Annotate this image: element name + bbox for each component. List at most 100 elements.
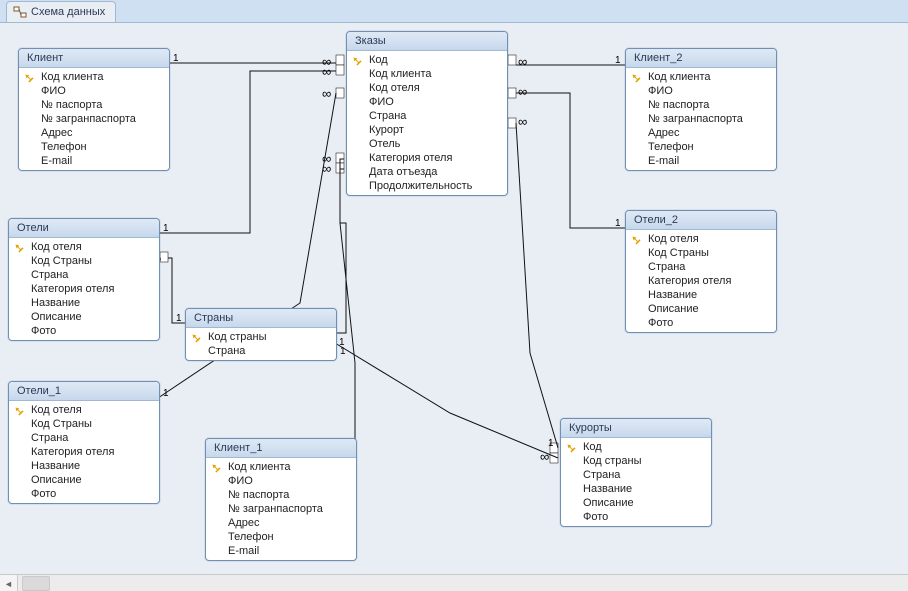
field-pk[interactable]: Код клиента (19, 70, 169, 84)
field[interactable]: № паспорта (206, 488, 356, 502)
rel-one-label: 1 (176, 313, 182, 324)
rel-many-label: ∞ (518, 54, 527, 69)
table-countries[interactable]: СтраныКод страныСтрана (185, 308, 337, 361)
field-list: КодКод клиентаКод отеляФИОСтранаКурортОт… (347, 51, 507, 195)
relationships-icon (13, 5, 27, 19)
field[interactable]: Код Страны (626, 246, 776, 260)
rel-one-label: 1 (340, 346, 346, 357)
horizontal-scrollbar[interactable]: ◄ (0, 574, 908, 591)
field[interactable]: Продолжительность (347, 179, 507, 193)
field[interactable]: E-mail (626, 154, 776, 168)
field[interactable]: ФИО (347, 95, 507, 109)
rel-many-label: ∞ (540, 449, 549, 464)
field[interactable]: Название (9, 459, 159, 473)
field-pk[interactable]: Код (347, 53, 507, 67)
field[interactable]: Адрес (626, 126, 776, 140)
field[interactable]: Страна (626, 260, 776, 274)
field[interactable]: Код страны (561, 454, 711, 468)
field[interactable]: Фото (561, 510, 711, 524)
field[interactable]: Название (9, 296, 159, 310)
field[interactable]: № паспорта (19, 98, 169, 112)
field[interactable]: E-mail (19, 154, 169, 168)
field[interactable]: Категория отеля (347, 151, 507, 165)
field[interactable]: Категория отеля (9, 445, 159, 459)
field[interactable]: Страна (9, 268, 159, 282)
field[interactable]: Страна (561, 468, 711, 482)
field[interactable]: № загранпаспорта (19, 112, 169, 126)
field[interactable]: Фото (9, 324, 159, 338)
field[interactable]: Телефон (626, 140, 776, 154)
rel-one-label: 1 (163, 223, 169, 234)
field-pk[interactable]: Код страны (186, 330, 336, 344)
field-pk[interactable]: Код отеля (9, 240, 159, 254)
tab-bar: Схема данных (0, 0, 908, 23)
field-pk[interactable]: Код клиента (626, 70, 776, 84)
field[interactable]: Описание (626, 302, 776, 316)
field[interactable]: Код отеля (347, 81, 507, 95)
rel-many-label: ∞ (518, 84, 527, 99)
table-client[interactable]: Клиент Код клиентаФИО№ паспорта№ загранпа… (18, 48, 170, 171)
scroll-left-button[interactable]: ◄ (0, 575, 18, 591)
rel-one-label: 1 (615, 55, 621, 66)
field[interactable]: Описание (9, 310, 159, 324)
scroll-thumb[interactable] (22, 576, 50, 591)
field[interactable]: Код Страны (9, 417, 159, 431)
field[interactable]: Страна (9, 431, 159, 445)
table-orders[interactable]: ЗказыКодКод клиентаКод отеляФИОСтранаКур… (346, 31, 508, 196)
rel-many-label: ∞ (322, 161, 331, 176)
field[interactable]: Код клиента (347, 67, 507, 81)
tab-schema[interactable]: Схема данных (6, 1, 116, 22)
field[interactable]: № загранпаспорта (206, 502, 356, 516)
field[interactable]: Категория отеля (626, 274, 776, 288)
field-list: Код отеляКод СтраныСтранаКатегория отеля… (9, 401, 159, 503)
field[interactable]: Код Страны (9, 254, 159, 268)
field[interactable]: ФИО (206, 474, 356, 488)
field[interactable]: № загранпаспорта (626, 112, 776, 126)
field[interactable]: Курорт (347, 123, 507, 137)
table-header[interactable]: Зказы (347, 32, 507, 51)
table-resorts[interactable]: КурортыКодКод страныСтранаНазваниеОписан… (560, 418, 712, 527)
field[interactable]: Страна (186, 344, 336, 358)
table-client2[interactable]: Клиент_2 Код клиентаФИО№ паспорта№ загран… (625, 48, 777, 171)
field[interactable]: E-mail (206, 544, 356, 558)
field[interactable]: ФИО (19, 84, 169, 98)
table-hotels1[interactable]: Отели_1Код отеляКод СтраныСтранаКатегори… (8, 381, 160, 504)
field[interactable]: ФИО (626, 84, 776, 98)
field-list: Код клиентаФИО№ паспорта№ загранпаспорта… (206, 458, 356, 560)
field[interactable]: Фото (626, 316, 776, 330)
field-list: Код страныСтрана (186, 328, 336, 360)
table-client1[interactable]: Клиент_1Код клиентаФИО№ паспорта№ загран… (205, 438, 357, 561)
table-header[interactable]: Клиент (19, 49, 169, 68)
table-header[interactable]: Клиент_2 (626, 49, 776, 68)
field[interactable]: Дата отъезда (347, 165, 507, 179)
field[interactable]: Название (626, 288, 776, 302)
field[interactable]: Телефон (19, 140, 169, 154)
table-header[interactable]: Страны (186, 309, 336, 328)
field[interactable]: Описание (9, 473, 159, 487)
field[interactable]: Адрес (206, 516, 356, 530)
table-header[interactable]: Клиент_1 (206, 439, 356, 458)
table-header[interactable]: Отели_1 (9, 382, 159, 401)
table-header[interactable]: Отели_2 (626, 211, 776, 230)
field[interactable]: Адрес (19, 126, 169, 140)
field[interactable]: Название (561, 482, 711, 496)
table-hotels[interactable]: Отели Код отеляКод СтраныСтранаКатегория … (8, 218, 160, 341)
field[interactable]: Описание (561, 496, 711, 510)
field-list: КодКод страныСтранаНазваниеОписаниеФото (561, 438, 711, 526)
field[interactable]: Телефон (206, 530, 356, 544)
rel-one-label: 1 (339, 337, 345, 348)
field[interactable]: Категория отеля (9, 282, 159, 296)
field[interactable]: № паспорта (626, 98, 776, 112)
field[interactable]: Страна (347, 109, 507, 123)
field[interactable]: Отель (347, 137, 507, 151)
field[interactable]: Фото (9, 487, 159, 501)
diagram-canvas[interactable]: 1 ∞ 1 ∞ 1 ∞ 1 ∞ 1 ∞ 1 ∞ 1 ∞ 1 ∞ 1 ∞ (0, 23, 908, 591)
field-pk[interactable]: Код отеля (626, 232, 776, 246)
field-pk[interactable]: Код клиента (206, 460, 356, 474)
table-header[interactable]: Отели (9, 219, 159, 238)
table-hotels2[interactable]: Отели_2 Код отеляКод СтраныСтранаКатегори… (625, 210, 777, 333)
rel-many-label: ∞ (518, 114, 527, 129)
table-header[interactable]: Курорты (561, 419, 711, 438)
field-pk[interactable]: Код (561, 440, 711, 454)
field-pk[interactable]: Код отеля (9, 403, 159, 417)
